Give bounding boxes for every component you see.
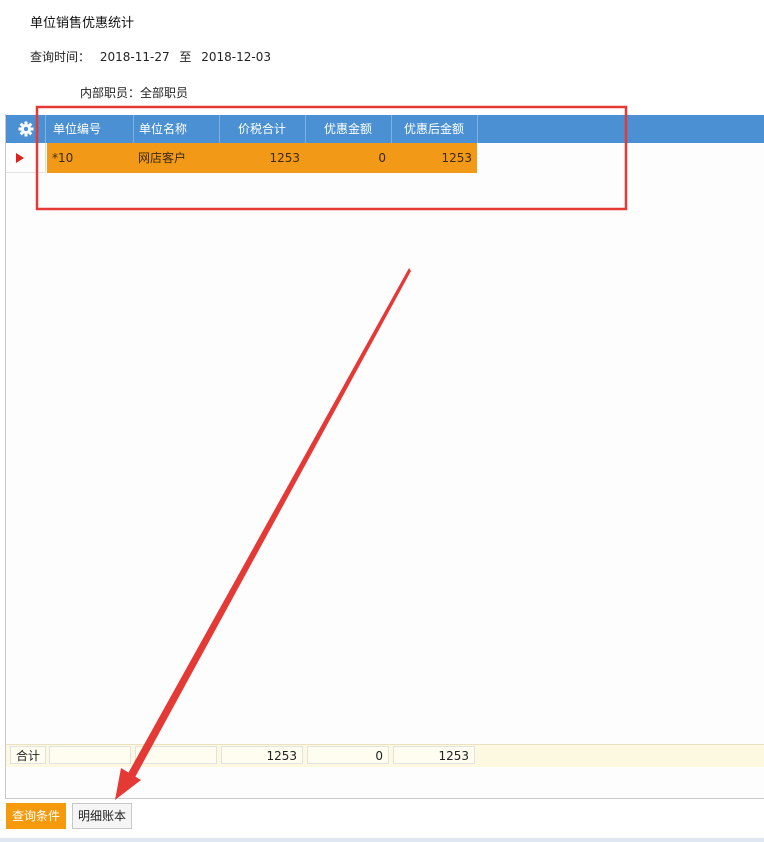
grid-settings-button[interactable] — [6, 115, 46, 143]
cell-after-discount[interactable]: 1253 — [391, 143, 478, 173]
detail-ledger-button[interactable]: 明细账本 — [72, 803, 132, 829]
summary-cell-discount: 0 — [307, 746, 389, 764]
page-title: 单位销售优惠统计 — [30, 16, 135, 31]
data-grid — [5, 114, 764, 799]
column-header-unit-name[interactable]: 单位名称 — [133, 115, 220, 143]
summary-cell-unit-name — [135, 746, 217, 764]
query-start-date: 2018-11-27 — [99, 50, 170, 64]
window-bottom-edge — [0, 838, 764, 842]
cell-discount[interactable]: 0 — [305, 143, 392, 173]
cell-unit-name[interactable]: 网店客户 — [133, 143, 220, 173]
row-indicator-cell — [6, 143, 46, 173]
query-end-date: 2018-12-03 — [201, 50, 272, 64]
column-header-unit-code[interactable]: 单位编号 — [47, 115, 134, 143]
query-conditions-button[interactable]: 查询条件 — [6, 803, 66, 829]
gear-icon — [18, 121, 33, 137]
query-to-label: 至 — [179, 50, 192, 64]
summary-cell-after-discount: 1253 — [393, 746, 475, 764]
column-header-after-discount[interactable]: 优惠后金额 — [391, 115, 478, 143]
column-header-discount[interactable]: 优惠金额 — [305, 115, 392, 143]
cell-unit-code[interactable]: *10 — [47, 143, 134, 173]
staff-filter-text: 内部职员：全部职员 — [80, 86, 189, 100]
current-row-arrow-icon — [16, 153, 24, 163]
summary-label: 合计 — [10, 746, 46, 764]
cell-tax-total[interactable]: 1253 — [219, 143, 306, 173]
query-time-label: 查询时间： — [30, 50, 91, 64]
summary-cell-tax-total: 1253 — [221, 746, 303, 764]
query-time-row: 查询时间： 2018-11-27 至 2018-12-03 — [30, 48, 277, 65]
column-header-tax-total[interactable]: 价税合计 — [219, 115, 306, 143]
summary-cell-unit-code — [49, 746, 131, 764]
